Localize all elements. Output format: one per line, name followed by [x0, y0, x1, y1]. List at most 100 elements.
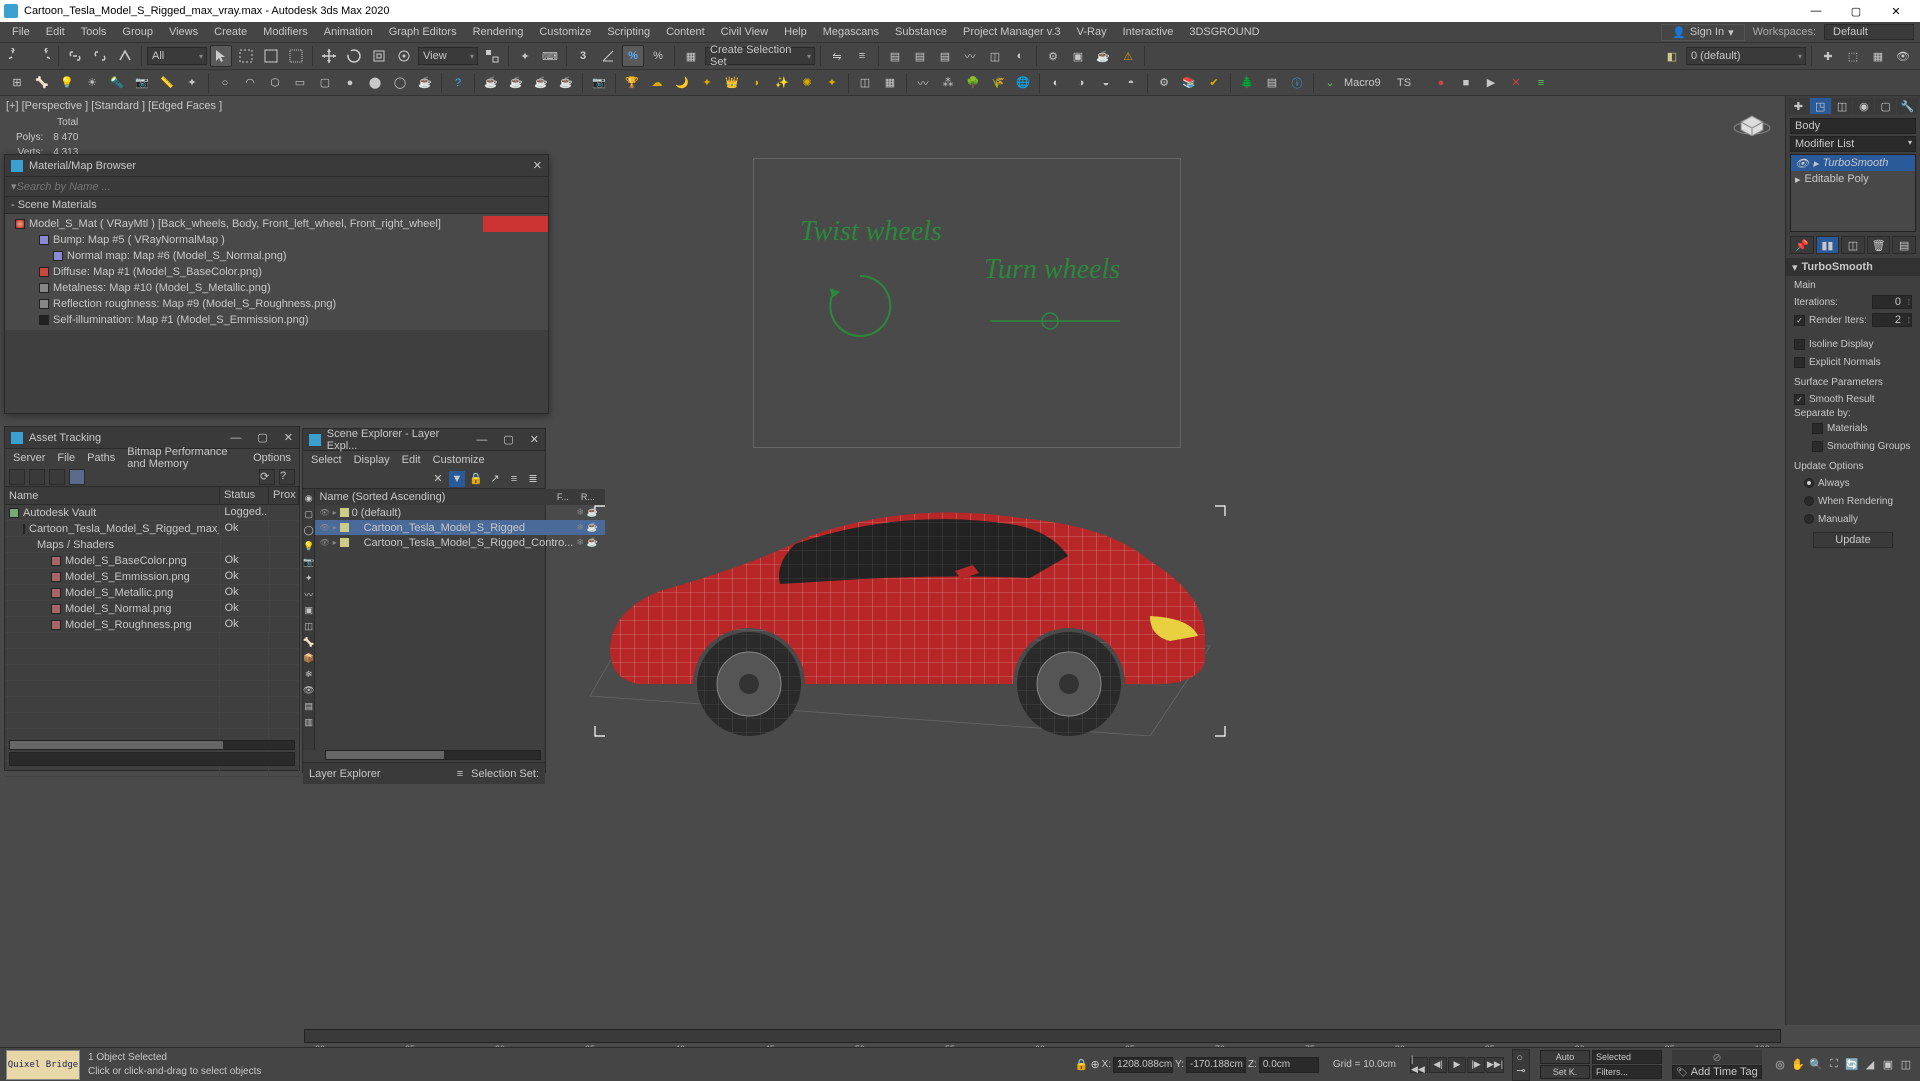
asset-col-status[interactable]: Status	[220, 487, 269, 504]
dummy-icon[interactable]: ⊞	[6, 72, 28, 94]
material-row[interactable]: Model_S_Mat ( VRayMtl ) [Back_wheels, Bo…	[5, 216, 548, 232]
matball2-icon[interactable]: ◑	[1070, 72, 1092, 94]
se-f-group[interactable]: ▣	[303, 603, 314, 618]
list-icon[interactable]: ▤	[1261, 72, 1283, 94]
se-col-r[interactable]: R...	[581, 492, 605, 502]
map-row[interactable]: Metalness: Map #10 (Model_S_Metallic.png…	[5, 280, 548, 296]
layer-dropdown[interactable]: 0 (default)	[1686, 47, 1806, 65]
camera-icon[interactable]: 📷	[131, 72, 153, 94]
menu-help[interactable]: Help	[778, 24, 813, 40]
vray-fb-icon[interactable]: ☕	[555, 72, 577, 94]
hide-layer-button[interactable]: 👁	[1892, 45, 1914, 67]
update-render-radio[interactable]	[1804, 496, 1814, 506]
matball4-icon[interactable]: ◓	[1120, 72, 1142, 94]
turn-gizmo-icon[interactable]	[990, 311, 1120, 331]
scene-row[interactable]: 👁▸0 (default)❄☕	[315, 505, 604, 520]
ref-coord-dropdown[interactable]: View	[418, 47, 478, 65]
asset-tb-2[interactable]	[29, 469, 45, 485]
cloud-icon[interactable]: ☁	[646, 72, 668, 94]
menu-grapheditors[interactable]: Graph Editors	[383, 24, 463, 40]
menu-substance[interactable]: Substance	[889, 24, 953, 40]
unlink-button[interactable]	[89, 45, 111, 67]
render-frame-button[interactable]: ▣	[1067, 45, 1089, 67]
se-close[interactable]: ✕	[530, 433, 539, 446]
x-field[interactable]: 1208.088cm	[1113, 1057, 1173, 1073]
sun-icon[interactable]: ☀	[81, 72, 103, 94]
asset-hscroll[interactable]	[9, 740, 295, 750]
vray-ipr-icon[interactable]: ☕	[530, 72, 552, 94]
hierarchy-tab[interactable]: ◫	[1832, 98, 1853, 114]
min-viewport-icon[interactable]: ◫	[1898, 1057, 1914, 1073]
library-icon[interactable]: 📚	[1178, 72, 1200, 94]
key-mode-button[interactable]: ○⊸	[1512, 1049, 1530, 1081]
se-filter[interactable]: ▼	[449, 471, 465, 487]
semi-icon[interactable]: ◗	[746, 72, 768, 94]
menu-modifiers[interactable]: Modifiers	[257, 24, 314, 40]
scene-materials-header[interactable]: - Scene Materials	[5, 197, 548, 214]
map-row[interactable]: Reflection roughness: Map #9 (Model_S_Ro…	[5, 296, 548, 312]
asset-row[interactable]: Model_S_Metallic.pngOk	[5, 585, 299, 601]
iterations-spinner[interactable]: 0	[1872, 295, 1912, 309]
vray-render-icon[interactable]: ☕	[505, 72, 527, 94]
teapot-icon[interactable]: ☕	[414, 72, 436, 94]
isoline-check[interactable]	[1794, 339, 1805, 350]
add-to-layer-button[interactable]: ⬚	[1842, 45, 1864, 67]
explicit-normals-check[interactable]	[1794, 357, 1805, 368]
se-clear[interactable]: ✕	[430, 471, 446, 487]
edit-selection-button[interactable]: ▦	[680, 45, 702, 67]
arc-icon[interactable]: ◠	[239, 72, 261, 94]
se-f-bone[interactable]: 🦴	[303, 635, 314, 650]
snap-button[interactable]: 3	[572, 45, 594, 67]
menu-vray[interactable]: V-Ray	[1071, 24, 1113, 40]
layer-explorer-button[interactable]: ▤	[909, 45, 931, 67]
asset-tb-refresh[interactable]: ⟳	[259, 469, 275, 485]
key-filter-dropdown[interactable]: Selected	[1592, 1050, 1662, 1064]
burst-icon[interactable]: ✺	[796, 72, 818, 94]
star-icon[interactable]: ✦	[696, 72, 718, 94]
menu-3dsground[interactable]: 3DSGROUND	[1183, 24, 1265, 40]
move-button[interactable]	[318, 45, 340, 67]
asset-tb-help[interactable]: ?	[279, 469, 295, 485]
maxscript-listener[interactable]: Quixel Bridge	[6, 1050, 80, 1080]
menu-group[interactable]: Group	[116, 24, 159, 40]
menu-projectmanager[interactable]: Project Manager v.3	[957, 24, 1067, 40]
maximize-button[interactable]: ▢	[1836, 0, 1876, 22]
asset-col-prox[interactable]: Prox	[269, 487, 299, 504]
menu-file[interactable]: File	[6, 24, 36, 40]
settings-icon[interactable]: ⚙	[1153, 72, 1175, 94]
render-online-button[interactable]: ⚠	[1117, 45, 1139, 67]
update-always-radio[interactable]	[1804, 478, 1814, 488]
transform-mode-icon[interactable]: ⊕	[1090, 1058, 1099, 1071]
noise-icon[interactable]: ⁂	[937, 72, 959, 94]
asset-row[interactable]: Cartoon_Tesla_Model_S_Rigged_max_vray.ma…	[5, 521, 299, 537]
se-menu-display[interactable]: Display	[354, 454, 390, 466]
stop-icon[interactable]: ■	[1455, 72, 1477, 94]
schematic-view-button[interactable]: ◫	[984, 45, 1006, 67]
se-col-f[interactable]: F...	[557, 492, 581, 502]
render-iters-check[interactable]: ✓	[1794, 315, 1805, 326]
modifier-list-dropdown[interactable]: Modifier List	[1790, 136, 1916, 152]
rectangle-icon[interactable]: ▭	[289, 72, 311, 94]
box-icon[interactable]: ▢	[314, 72, 336, 94]
create-tab[interactable]: ✚	[1788, 98, 1809, 114]
spot2-icon[interactable]: ✨	[771, 72, 793, 94]
z-field[interactable]: 0.0cm	[1259, 1057, 1319, 1073]
se-f-space[interactable]: 〰	[303, 587, 314, 602]
vray-teapot-icon[interactable]: ☕	[480, 72, 502, 94]
asset-menu-bitmap[interactable]: Bitmap Performance and Memory	[127, 446, 241, 470]
asset-tb-3[interactable]	[49, 469, 65, 485]
render-iters-spinner[interactable]: 2	[1872, 313, 1912, 327]
time-slider[interactable]: 20253035404550556065707580859095100	[300, 1025, 1785, 1047]
angle-snap-button[interactable]	[597, 45, 619, 67]
se-f-frozen[interactable]: ❄	[303, 667, 314, 682]
utilities-tab[interactable]: 🔧	[1897, 98, 1918, 114]
wave-icon[interactable]: 〰	[912, 72, 934, 94]
menu-content[interactable]: Content	[660, 24, 711, 40]
sphere-icon[interactable]: ●	[339, 72, 361, 94]
tape-icon[interactable]: 📏	[156, 72, 178, 94]
asset-minimize[interactable]: —	[230, 432, 241, 444]
minimize-button[interactable]: —	[1796, 0, 1836, 22]
se-col-name[interactable]: Name (Sorted Ascending)	[319, 491, 556, 503]
selection-set-dropdown[interactable]: Create Selection Set	[705, 47, 815, 65]
workspaces-dropdown[interactable]: Default	[1824, 24, 1914, 40]
